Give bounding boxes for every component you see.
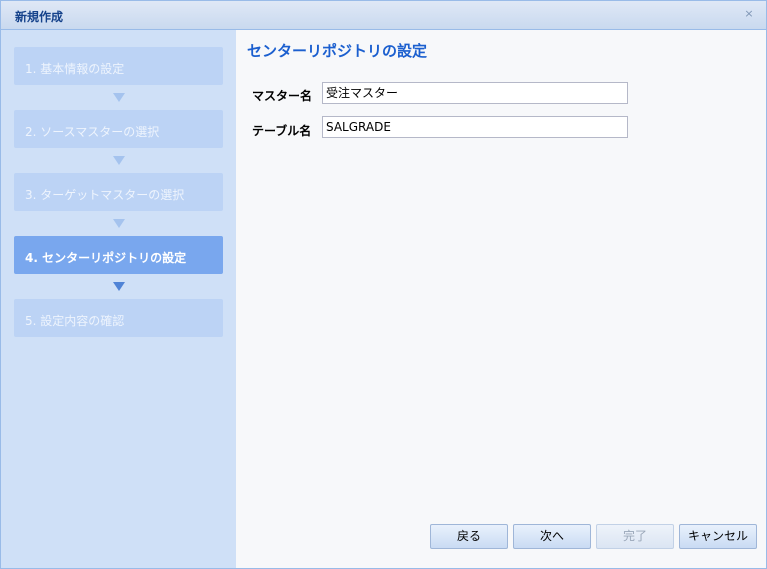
wizard-step-1: 1. 基本情報の設定 (14, 47, 223, 85)
step-arrow-icon (113, 93, 125, 102)
step-arrow-icon (113, 156, 125, 165)
next-button[interactable]: 次へ (513, 524, 591, 549)
back-button[interactable]: 戻る (430, 524, 508, 549)
dialog-title: 新規作成 (15, 10, 64, 24)
table-name-input[interactable] (322, 116, 628, 138)
wizard-step-label: 5. 設定内容の確認 (25, 314, 125, 328)
finish-button[interactable]: 完了 (596, 524, 674, 549)
page-title: センターリポジトリの設定 (247, 42, 428, 60)
wizard-step-label: 1. 基本情報の設定 (25, 62, 125, 76)
table-name-label: テーブル名 (252, 124, 312, 138)
wizard-step-3: 3. ターゲットマスターの選択 (14, 173, 223, 211)
wizard-steps-sidebar: 1. 基本情報の設定 2. ソースマスターの選択 3. ターゲットマスターの選択… (1, 30, 236, 568)
wizard-step-5: 5. 設定内容の確認 (14, 299, 223, 337)
wizard-step-4-active: 4. センターリポジトリの設定 (14, 236, 223, 274)
dialog-titlebar[interactable]: 新規作成 × (1, 1, 766, 30)
wizard-step-label: 2. ソースマスターの選択 (25, 125, 160, 139)
master-name-input[interactable] (322, 82, 628, 104)
cancel-button[interactable]: キャンセル (679, 524, 757, 549)
wizard-step-label: 4. センターリポジトリの設定 (25, 251, 187, 265)
step-arrow-icon (113, 219, 125, 228)
wizard-step-2: 2. ソースマスターの選択 (14, 110, 223, 148)
new-creation-dialog: 新規作成 × 1. 基本情報の設定 2. ソースマスターの選択 3. ターゲット… (0, 0, 767, 569)
master-name-label: マスター名 (252, 89, 313, 103)
wizard-content-panel: センターリポジトリの設定 マスター名 テーブル名 戻る 次へ 完了 キャンセル (236, 30, 766, 568)
close-icon[interactable]: × (742, 7, 756, 21)
step-arrow-icon (113, 282, 125, 291)
wizard-step-label: 3. ターゲットマスターの選択 (25, 188, 185, 202)
